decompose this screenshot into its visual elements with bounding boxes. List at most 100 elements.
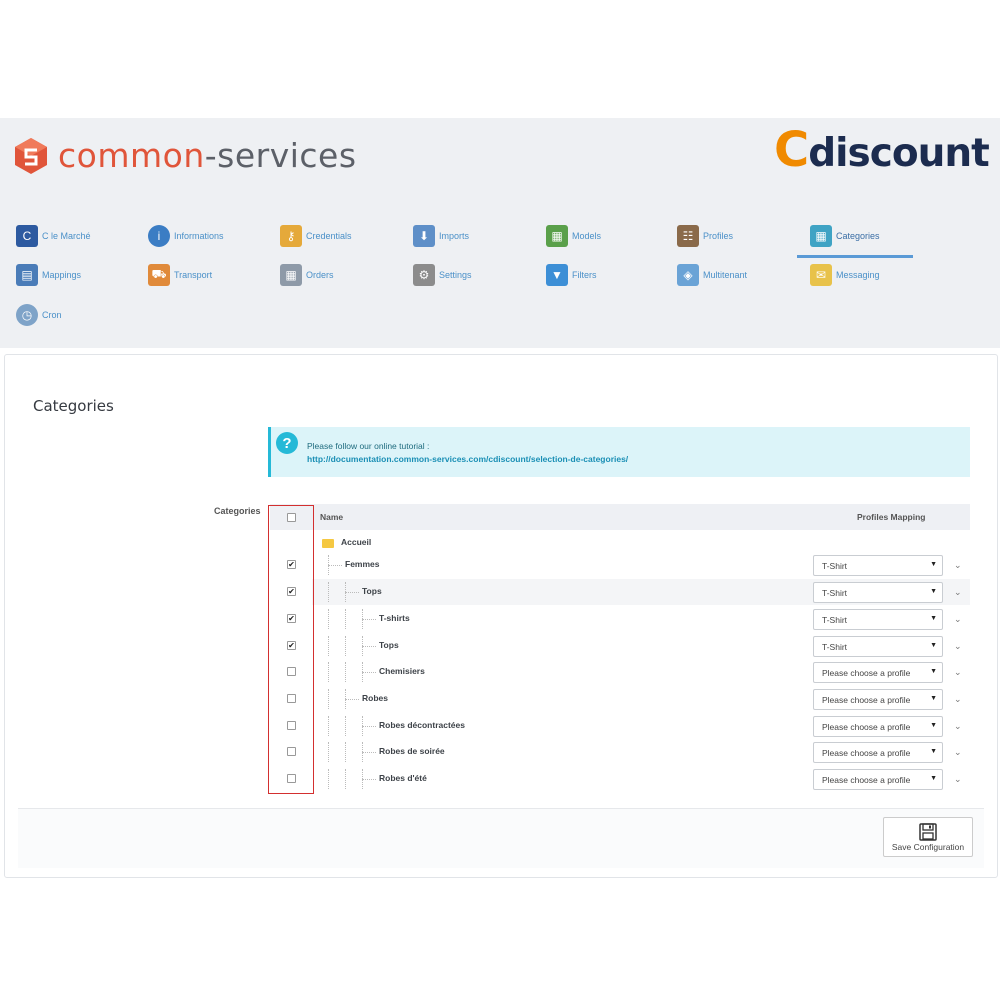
category-checkbox[interactable]	[287, 694, 296, 703]
category-checkbox[interactable]: ✔	[287, 641, 296, 650]
tree-guide-line	[345, 716, 346, 736]
categories-field-label: Categories	[214, 506, 261, 516]
expand-double-chevron-icon[interactable]: ⌄	[954, 614, 962, 625]
category-name: Robes d'été	[379, 773, 427, 783]
profile-select-value: Please choose a profile	[822, 748, 911, 758]
tree-guide-line	[328, 636, 329, 656]
category-name: Chemisiers	[379, 666, 425, 676]
profile-select[interactable]: T-Shirt ▼	[813, 582, 943, 603]
profile-select[interactable]: T-Shirt ▼	[813, 555, 943, 576]
info-text: Please follow our online tutorial : http…	[307, 440, 628, 466]
cdiscount-logo: Cdiscount	[774, 126, 990, 176]
menu-item-profiles[interactable]: ☷ Profiles	[677, 225, 733, 247]
clock-icon: ◷	[16, 304, 38, 326]
expand-double-chevron-icon[interactable]: ⌄	[954, 747, 962, 758]
menu-label: Messaging	[836, 270, 880, 280]
menu-label: Credentials	[306, 231, 352, 241]
profile-select-value: T-Shirt	[822, 561, 848, 571]
save-configuration-button[interactable]: Save Configuration	[883, 817, 973, 857]
menu-item-categories[interactable]: ▦ Categories	[810, 225, 880, 247]
expand-double-chevron-icon[interactable]: ⌄	[954, 694, 962, 705]
profile-select[interactable]: Please choose a profile ▼	[813, 769, 943, 790]
menu-label: Imports	[439, 231, 470, 241]
profile-select[interactable]: Please choose a profile ▼	[813, 716, 943, 737]
menu-label: Orders	[306, 270, 334, 280]
save-button-label: Save Configuration	[891, 842, 965, 852]
tree-branch-line	[362, 779, 376, 780]
category-checkbox[interactable]: ✔	[287, 560, 296, 569]
expand-double-chevron-icon[interactable]: ⌄	[954, 721, 962, 732]
expand-double-chevron-icon[interactable]: ⌄	[954, 667, 962, 678]
caret-down-icon: ▼	[930, 748, 937, 755]
orders-icon: ▦	[280, 264, 302, 286]
menu-item-transport[interactable]: ⛟ Transport	[148, 264, 212, 286]
expand-double-chevron-icon[interactable]: ⌄	[954, 774, 962, 785]
menu-label: Settings	[439, 270, 472, 280]
truck-icon: ⛟	[148, 264, 170, 286]
tree-guide-line	[328, 689, 329, 709]
menu-item-filters[interactable]: ▼ Filters	[546, 264, 597, 286]
menu-item-informations[interactable]: i Informations	[148, 225, 224, 247]
profile-select-value: T-Shirt	[822, 642, 848, 652]
caret-down-icon: ▼	[930, 561, 937, 568]
expand-double-chevron-icon[interactable]: ⌄	[954, 587, 962, 598]
menu-item-models[interactable]: ▦ Models	[546, 225, 601, 247]
expand-double-chevron-icon[interactable]: ⌄	[954, 641, 962, 652]
menu-label: Profiles	[703, 231, 734, 241]
expand-double-chevron-icon[interactable]: ⌄	[954, 560, 962, 571]
category-checkbox[interactable]	[287, 721, 296, 730]
menu-item-imports[interactable]: ⬇ Imports	[413, 225, 469, 247]
profile-select-value: Please choose a profile	[822, 695, 911, 705]
tree-guide-line	[345, 742, 346, 762]
menu-item-c-le-march[interactable]: C C le Marché	[16, 225, 91, 247]
menu-label: Models	[572, 231, 602, 241]
funnel-icon: ▼	[546, 264, 568, 286]
mappings-icon: ▤	[16, 264, 38, 286]
profile-select[interactable]: T-Shirt ▼	[813, 636, 943, 657]
import-icon: ⬇	[413, 225, 435, 247]
menu-item-orders[interactable]: ▦ Orders	[280, 264, 334, 286]
profile-select[interactable]: Please choose a profile ▼	[813, 662, 943, 683]
menu-item-multitenant[interactable]: ◈ Multitenant	[677, 264, 747, 286]
menu-item-mappings[interactable]: ▤ Mappings	[16, 264, 81, 286]
tree-branch-line	[362, 646, 376, 647]
category-checkbox[interactable]	[287, 667, 296, 676]
tree-branch-line	[328, 565, 342, 566]
profile-select[interactable]: T-Shirt ▼	[813, 609, 943, 630]
brand-name-part2: -services	[204, 136, 357, 175]
menu-item-cron[interactable]: ◷ Cron	[16, 304, 62, 326]
cdiscount-icon: C	[16, 225, 38, 247]
caret-down-icon: ▼	[930, 642, 937, 649]
menu-label: Categories	[836, 231, 880, 241]
profile-select[interactable]: Please choose a profile ▼	[813, 689, 943, 710]
tree-branch-line	[362, 619, 376, 620]
floppy-disk-icon	[919, 823, 937, 841]
category-checkbox[interactable]: ✔	[287, 587, 296, 596]
tree-branch-line	[362, 726, 376, 727]
menu-item-credentials[interactable]: ⚷ Credentials	[280, 225, 352, 247]
tree-guide-line	[345, 662, 346, 682]
tree-branch-line	[345, 699, 359, 700]
tutorial-link[interactable]: http://documentation.common-services.com…	[307, 453, 628, 466]
category-name: Robes de soirée	[379, 746, 445, 756]
tree-guide-line	[328, 609, 329, 629]
profile-select[interactable]: Please choose a profile ▼	[813, 742, 943, 763]
menu-item-messaging[interactable]: ✉ Messaging	[810, 264, 880, 286]
menu-label: Mappings	[42, 270, 82, 280]
page-title: Categories	[33, 397, 114, 415]
question-icon: ?	[276, 432, 298, 454]
common-services-logo-icon	[15, 137, 47, 174]
category-checkbox[interactable]	[287, 774, 296, 783]
info-message: Please follow our online tutorial :	[307, 441, 430, 451]
category-name: Tops	[362, 586, 382, 596]
category-checkbox[interactable]	[287, 747, 296, 756]
gear-icon: ⚙	[413, 264, 435, 286]
profile-select-value: T-Shirt	[822, 588, 848, 598]
panel-footer	[18, 808, 984, 868]
menu-item-settings[interactable]: ⚙ Settings	[413, 264, 472, 286]
category-checkbox[interactable]: ✔	[287, 614, 296, 623]
tree-guide-line	[328, 716, 329, 736]
tree-guide-line	[328, 742, 329, 762]
category-name: T-shirts	[379, 613, 410, 623]
select-all-checkbox[interactable]	[287, 513, 296, 522]
